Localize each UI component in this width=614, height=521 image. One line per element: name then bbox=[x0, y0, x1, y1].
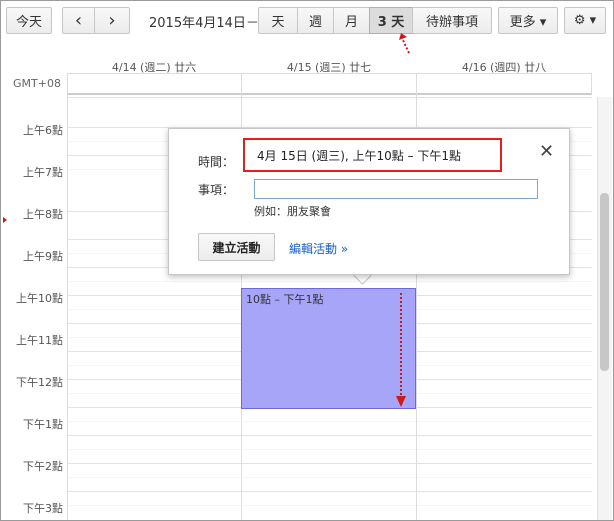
next-button[interactable]: › bbox=[94, 7, 130, 34]
view-day-button[interactable]: 天 bbox=[258, 7, 298, 34]
event-time-label: 10點 – 下午1點 bbox=[246, 293, 324, 306]
half-hour-line bbox=[67, 449, 592, 450]
new-event-block[interactable]: 10點 – 下午1點 bbox=[241, 288, 416, 409]
prev-button[interactable]: ‹ bbox=[62, 7, 95, 34]
vertical-scrollbar[interactable] bbox=[597, 97, 612, 520]
hour-line bbox=[67, 435, 592, 436]
hour-label: 下午12點 bbox=[16, 376, 63, 389]
half-hour-line bbox=[67, 505, 592, 506]
view-agenda-label: 待辦事項 bbox=[425, 15, 478, 30]
view-month-label: 月 bbox=[344, 15, 358, 30]
view-3day-button[interactable]: 3 天 bbox=[369, 7, 413, 34]
today-button[interactable]: 今天 bbox=[6, 7, 52, 34]
more-button[interactable]: 更多 ▾ bbox=[498, 7, 558, 34]
calendar-window: 今天 ‹ › 2015年4月14日－ 天 週 月 3 天 待辦事項 更多 ▾ ⚙… bbox=[0, 0, 614, 521]
date-range-label[interactable]: 2015年4月14日－ bbox=[149, 12, 259, 31]
current-time-marker bbox=[3, 217, 7, 223]
red-hint-arrow-up bbox=[399, 33, 410, 54]
all-day-row[interactable] bbox=[67, 73, 592, 95]
view-agenda-button[interactable]: 待辦事項 bbox=[412, 7, 492, 34]
hour-label: 下午1點 bbox=[23, 418, 63, 431]
view-3day-label: 3 天 bbox=[377, 15, 405, 30]
hour-label: 上午8點 bbox=[23, 208, 63, 221]
view-week-label: 週 bbox=[308, 15, 322, 30]
view-day-label: 天 bbox=[271, 15, 285, 30]
red-hint-arrow-down bbox=[396, 293, 406, 407]
event-title-input[interactable] bbox=[254, 179, 538, 199]
hour-line bbox=[67, 463, 592, 464]
hour-label: 上午7點 bbox=[23, 166, 63, 179]
chevron-left-icon: ‹ bbox=[74, 10, 83, 31]
day-divider bbox=[67, 73, 68, 520]
view-week-button[interactable]: 週 bbox=[297, 7, 334, 34]
timezone-label: GMT+08 bbox=[13, 77, 61, 90]
half-hour-line bbox=[67, 281, 592, 282]
time-value-box: 4月 15日 (週三), 上午10點 – 下午1點 bbox=[243, 138, 502, 172]
quick-add-popup: 時間： 4月 15日 (週三), 上午10點 – 下午1點 ✕ 事項： 例如：朋… bbox=[168, 128, 570, 275]
hour-label: 下午2點 bbox=[23, 460, 63, 473]
scrollbar-thumb[interactable] bbox=[600, 193, 609, 371]
hour-label: 上午9點 bbox=[23, 250, 63, 263]
gear-icon: ⚙ ▾ bbox=[573, 13, 597, 28]
hour-label: 上午11點 bbox=[16, 334, 63, 347]
hour-label: 下午3點 bbox=[23, 502, 63, 515]
example-hint: 例如：朋友聚會 bbox=[254, 205, 331, 218]
create-event-label: 建立活動 bbox=[212, 240, 261, 255]
hour-label: 上午6點 bbox=[23, 124, 63, 137]
view-month-button[interactable]: 月 bbox=[333, 7, 370, 34]
chevron-right-icon: › bbox=[108, 10, 116, 31]
settings-button[interactable]: ⚙ ▾ bbox=[564, 7, 606, 34]
close-icon[interactable]: ✕ bbox=[539, 141, 554, 162]
hour-line bbox=[67, 491, 592, 492]
today-label: 今天 bbox=[15, 15, 42, 30]
half-hour-line bbox=[67, 477, 592, 478]
edit-event-link[interactable]: 編輯活動 » bbox=[289, 240, 348, 257]
hour-label: 上午10點 bbox=[16, 292, 63, 305]
half-hour-line bbox=[67, 421, 592, 422]
create-event-button[interactable]: 建立活動 bbox=[198, 233, 275, 261]
hour-line bbox=[67, 97, 592, 98]
time-label: 時間： bbox=[198, 155, 235, 169]
time-value: 4月 15日 (週三), 上午10點 – 下午1點 bbox=[257, 148, 462, 163]
more-label: 更多 ▾ bbox=[509, 15, 547, 30]
title-label: 事項： bbox=[198, 183, 235, 197]
